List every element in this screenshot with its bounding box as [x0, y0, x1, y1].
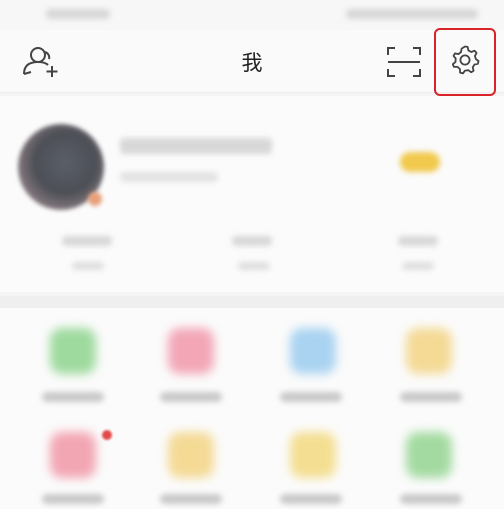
- highlight-box: [434, 28, 496, 96]
- grid-item-label: [400, 392, 462, 402]
- grid-item-icon[interactable]: [406, 432, 452, 478]
- grid-item-label: [160, 392, 222, 402]
- stat-value-2: [232, 236, 272, 246]
- feature-grid: [0, 308, 504, 509]
- grid-item-icon[interactable]: [290, 432, 336, 478]
- stat-label-2: [238, 262, 270, 270]
- grid-item-label: [280, 392, 342, 402]
- scan-icon[interactable]: [386, 46, 422, 78]
- status-bar: [0, 0, 504, 30]
- stat-label-1: [72, 262, 104, 270]
- grid-item-icon[interactable]: [50, 432, 96, 478]
- stat-value-1: [62, 236, 112, 246]
- status-bar-clock: [346, 9, 478, 19]
- grid-item-icon[interactable]: [406, 328, 452, 374]
- profile-id: [120, 172, 218, 182]
- page-header: 我: [0, 30, 504, 93]
- grid-item-label: [42, 392, 104, 402]
- stat-label-3: [402, 262, 434, 270]
- grid-item-icon[interactable]: [168, 328, 214, 374]
- grid-item-icon[interactable]: [168, 432, 214, 478]
- profile-name: [120, 138, 272, 154]
- grid-item-label: [280, 494, 342, 504]
- grid-item-icon[interactable]: [290, 328, 336, 374]
- section-divider: [0, 296, 504, 308]
- profile-card[interactable]: [0, 96, 504, 292]
- grid-item-icon[interactable]: [50, 328, 96, 374]
- notification-dot: [102, 430, 112, 440]
- stat-value-3: [398, 236, 438, 246]
- grid-item-label: [160, 494, 222, 504]
- grid-item-label: [42, 494, 104, 504]
- grid-item-label: [400, 494, 462, 504]
- vip-badge[interactable]: [400, 152, 440, 172]
- page-title: 我: [241, 51, 263, 75]
- avatar-status-dot: [88, 192, 102, 206]
- status-bar-signal: [46, 9, 110, 19]
